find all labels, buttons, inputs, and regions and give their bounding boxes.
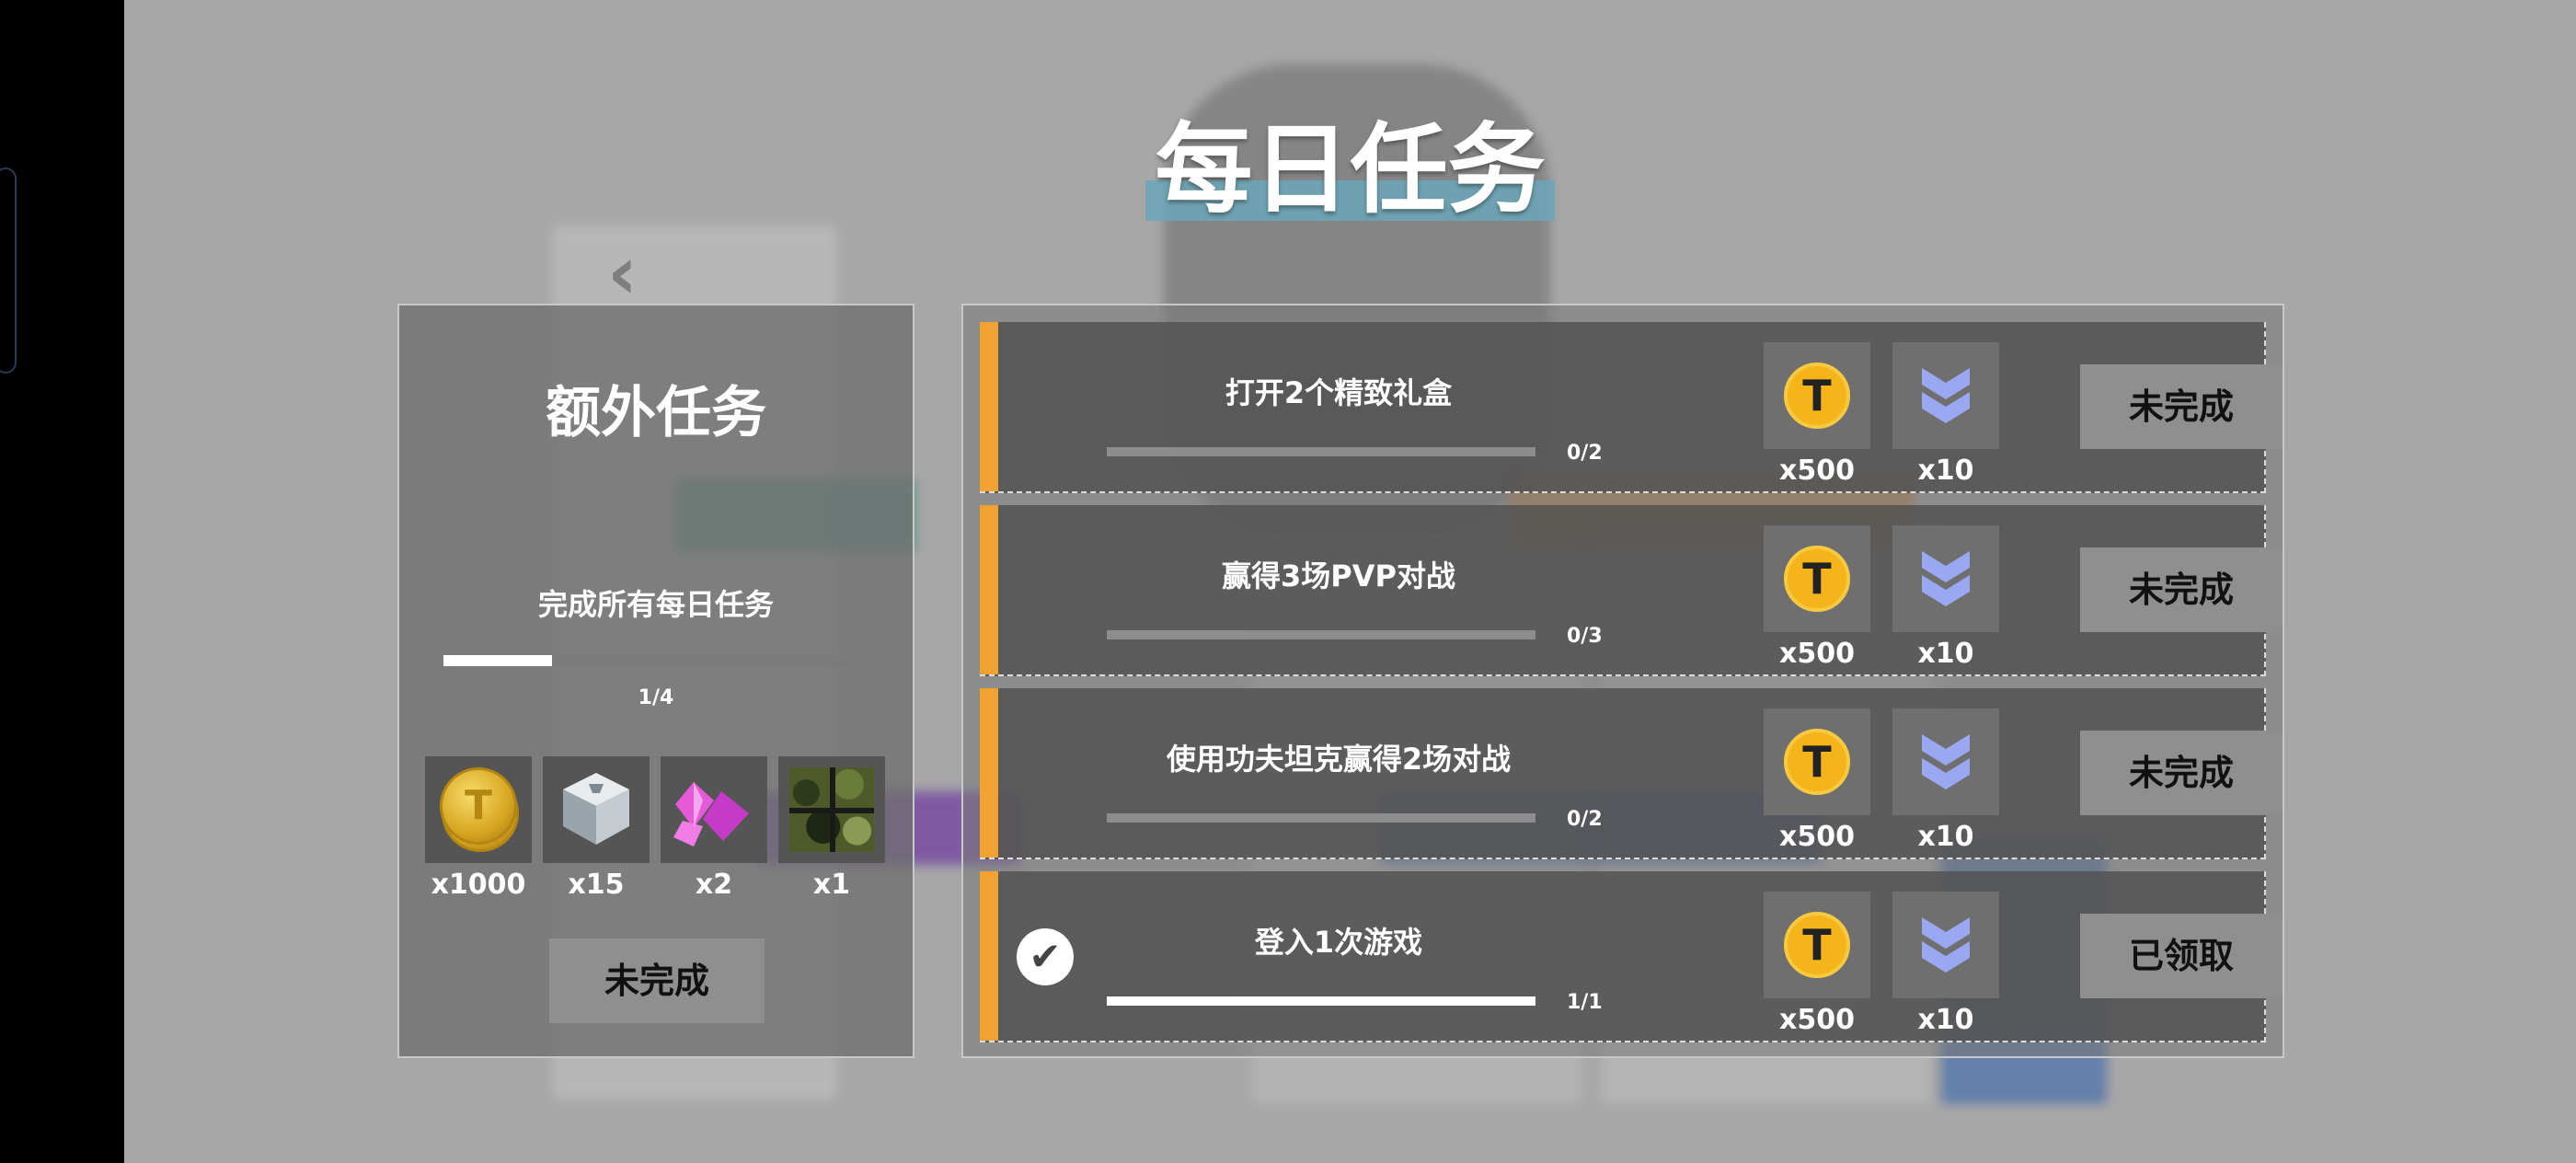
reward-quantity: x2 xyxy=(695,869,733,901)
extra-task-panel: 额外任务 完成所有每日任务 1/4 T x1000 x15 x2 x1 未完成 xyxy=(397,304,914,1058)
reward-slot: T xyxy=(1764,342,1870,449)
reward-quantity: x15 xyxy=(568,869,625,901)
task-status-button[interactable]: 未完成 xyxy=(2080,731,2283,815)
task-status-button[interactable]: 已领取 xyxy=(2080,914,2283,998)
reward-quantity: x500 xyxy=(1779,455,1855,487)
task-row: ✔ 登入1次游戏 1/1 T x500 x10 已领取 xyxy=(980,871,2283,1042)
task-name: 使用功夫坦克赢得2场对战 xyxy=(1166,742,1512,777)
reward-quantity: x10 xyxy=(1917,455,1974,487)
task-status-button[interactable]: 未完成 xyxy=(2080,547,2283,632)
reward-quantity: x500 xyxy=(1779,1004,1855,1036)
coin-icon: T xyxy=(1784,363,1850,429)
reward-quantity: x500 xyxy=(1779,638,1855,670)
pink-crystal-icon xyxy=(673,782,749,846)
reward-quantity: x500 xyxy=(1779,821,1855,853)
reward-slot xyxy=(1892,708,1999,815)
progress-fill xyxy=(443,655,552,666)
reward-slot: T xyxy=(425,756,532,863)
coin-icon: T xyxy=(1784,729,1850,795)
task-name: 赢得3场PVP对战 xyxy=(1222,558,1455,593)
reward-rank: x10 xyxy=(1892,708,1999,853)
task-progress-bar xyxy=(1107,996,1535,1006)
reward-quantity: x10 xyxy=(1917,821,1974,853)
reward-quantity: x10 xyxy=(1917,638,1974,670)
rank-chevron-icon xyxy=(1922,917,1970,973)
reward-slot xyxy=(543,756,650,863)
coin-icon: T xyxy=(1784,546,1850,612)
rank-chevron-icon xyxy=(1922,368,1970,423)
reward-rank: x10 xyxy=(1892,525,1999,670)
task-progress-bar xyxy=(1107,447,1535,456)
edge-tab[interactable] xyxy=(0,167,17,374)
coin-icon: T xyxy=(1784,912,1850,978)
reward-slot: T xyxy=(1764,525,1870,632)
task-progress-text: 0/2 xyxy=(1567,442,1603,465)
task-accent-bar xyxy=(980,871,998,1041)
reward-slot xyxy=(661,756,767,863)
task-status-button[interactable]: 未完成 xyxy=(2080,364,2283,449)
task-progress-text: 0/3 xyxy=(1567,625,1603,648)
page-title: 每日任务 xyxy=(1155,113,1546,226)
left-black-bar xyxy=(0,0,124,1163)
reward-item: x1 xyxy=(778,756,885,901)
task-row: 赢得3场PVP对战 0/3 T x500 x10 未完成 xyxy=(980,505,2283,676)
reward-coin: T x500 xyxy=(1764,892,1870,1036)
progress-fill xyxy=(1107,996,1535,1006)
reward-item: T x1000 xyxy=(425,756,532,901)
extra-task-progress-bar xyxy=(443,655,876,666)
task-row: 打开2个精致礼盒 0/2 T x500 x10 未完成 xyxy=(980,322,2283,493)
reward-item: x15 xyxy=(543,756,650,901)
reward-slot xyxy=(778,756,885,863)
check-icon: ✔ xyxy=(1017,928,1074,985)
reward-item: x2 xyxy=(661,756,767,901)
reward-rank: x10 xyxy=(1892,892,1999,1036)
task-accent-bar xyxy=(980,322,998,491)
extra-reward-list: T x1000 x15 x2 x1 xyxy=(425,756,894,913)
page-title-area: 每日任务 xyxy=(1145,110,1555,230)
reward-coin: T x500 xyxy=(1764,342,1870,487)
reward-quantity: x10 xyxy=(1917,1004,1974,1036)
reward-slot: T xyxy=(1764,892,1870,998)
task-progress-bar xyxy=(1107,813,1535,823)
task-accent-bar xyxy=(980,688,998,858)
rank-chevron-icon xyxy=(1922,734,1970,789)
task-row: 使用功夫坦克赢得2场对战 0/2 T x500 x10 未完成 xyxy=(980,688,2283,859)
reward-slot: T xyxy=(1764,708,1870,815)
reward-quantity: x1 xyxy=(812,869,851,901)
task-progress-text: 1/1 xyxy=(1567,991,1603,1014)
rank-chevron-icon xyxy=(1922,551,1970,606)
task-progress-bar xyxy=(1107,630,1535,639)
extra-task-progress-text: 1/4 xyxy=(638,686,674,709)
task-accent-bar xyxy=(980,505,998,674)
reward-coin: T x500 xyxy=(1764,525,1870,670)
camo-pattern-icon xyxy=(789,767,874,852)
gold-coins-icon: T xyxy=(438,767,519,852)
task-name: 打开2个精致礼盒 xyxy=(1225,375,1453,410)
reward-quantity: x1000 xyxy=(431,869,526,901)
extra-task-description: 完成所有每日任务 xyxy=(537,587,774,622)
task-name: 登入1次游戏 xyxy=(1254,925,1423,960)
extra-task-status-button[interactable]: 未完成 xyxy=(549,938,765,1023)
reward-slot xyxy=(1892,525,1999,632)
reward-slot xyxy=(1892,342,1999,449)
game-screen: ‹ 每日任务 额外任务 完成所有每日任务 1/4 T x1000 x15 x2 … xyxy=(0,0,2576,1163)
extra-task-title: 额外任务 xyxy=(546,381,766,445)
silver-cube-icon xyxy=(563,773,629,845)
daily-task-list: 打开2个精致礼盒 0/2 T x500 x10 未完成 赢得3场PVP对战 0/… xyxy=(961,304,2284,1058)
task-progress-text: 0/2 xyxy=(1567,808,1603,831)
reward-coin: T x500 xyxy=(1764,708,1870,853)
reward-rank: x10 xyxy=(1892,342,1999,487)
reward-slot xyxy=(1892,892,1999,998)
